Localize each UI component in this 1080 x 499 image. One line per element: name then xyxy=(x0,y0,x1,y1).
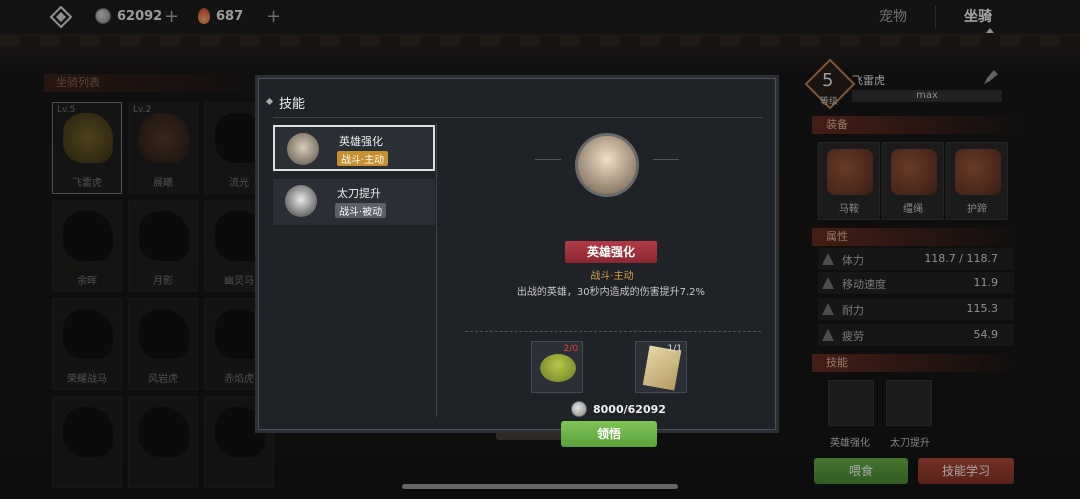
ornament-right xyxy=(653,159,679,169)
skill-detail: 英雄强化 战斗·主动 出战的英雄，30秒内造成的伤害提升7.2% 2/0 1/1… xyxy=(439,123,765,447)
ornament-left xyxy=(535,159,561,169)
skill-type: 战斗·主动 xyxy=(590,271,634,282)
cost-value: 8000/62092 xyxy=(593,402,666,416)
skill-name: 太刀提升 xyxy=(337,187,381,200)
skill-description: 出战的英雄，30秒内造成的伤害提升7.2% xyxy=(516,287,706,298)
home-indicator[interactable] xyxy=(402,484,678,489)
skill-tag: 战斗·被动 xyxy=(335,203,387,218)
coin-icon xyxy=(571,401,587,417)
modal-title: 技能 xyxy=(279,93,305,112)
hero-boost-large-icon xyxy=(575,133,639,197)
comprehend-button[interactable]: 领悟 xyxy=(561,421,657,447)
skill-name-banner: 英雄强化 xyxy=(565,241,657,263)
dashed-divider xyxy=(465,331,761,332)
hero-boost-icon xyxy=(287,133,319,165)
material-count: 1/1 xyxy=(667,344,682,354)
skill-modal: 技能 英雄强化 战斗·主动 太刀提升 战斗·被动 英雄强化 战斗·主动 出战的英… xyxy=(258,78,776,447)
material-slot-fruit[interactable]: 2/0 xyxy=(531,341,583,393)
skill-tag: 战斗·主动 xyxy=(337,151,389,166)
blade-up-icon xyxy=(285,185,317,217)
skill-name: 英雄强化 xyxy=(339,135,383,148)
material-slot-scroll[interactable]: 1/1 xyxy=(635,341,687,393)
material-count: 2/0 xyxy=(563,344,578,354)
skill-list: 英雄强化 战斗·主动 太刀提升 战斗·被动 xyxy=(271,123,437,417)
learn-cost: 8000/62092 xyxy=(571,401,666,417)
green-fruit-icon xyxy=(540,354,576,382)
skill-item-hero-boost[interactable]: 英雄强化 战斗·主动 xyxy=(273,125,435,171)
skill-item-blade-up[interactable]: 太刀提升 战斗·被动 xyxy=(273,179,435,225)
modal-divider xyxy=(273,117,763,118)
